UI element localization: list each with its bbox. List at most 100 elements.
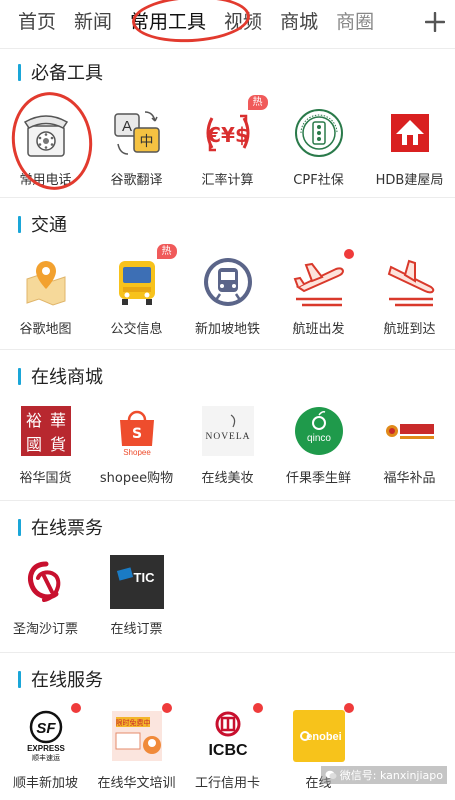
mall-qinco[interactable]: qinco 仟果季生鲜: [273, 403, 364, 486]
logo-text: NOVELA: [205, 432, 250, 442]
wechat-watermark: 微信号: kanxinjiapo: [320, 766, 447, 784]
logo-text: ICBC: [208, 742, 248, 759]
logo-text: 限时免费中: [115, 718, 150, 727]
section-title-text: 交通: [31, 215, 67, 236]
ticket-sistic[interactable]: TIC 在线订票: [91, 554, 182, 637]
tab-video[interactable]: 视频: [215, 0, 271, 44]
tool-label: 航班到达: [383, 322, 436, 337]
tool-label: 圣淘沙订票: [12, 622, 78, 637]
mall-fuhua[interactable]: 福华补品: [364, 403, 455, 486]
tool-label: HDB建屋局: [375, 173, 444, 188]
tool-label: 工行信用卡: [194, 776, 260, 791]
ticket-sentosa[interactable]: 圣淘沙订票: [0, 554, 91, 637]
section-title-text: 在线服务: [31, 670, 103, 691]
tool-label: 常用电话: [19, 173, 72, 188]
tool-cpf[interactable]: CPF社保: [273, 105, 364, 188]
mall-yuhua[interactable]: 裕 華 國 貨 裕华国货: [0, 403, 91, 486]
train-icon: [200, 254, 256, 310]
tool-label: 航班出发: [292, 322, 345, 337]
tool-flight-departure[interactable]: 航班出发: [273, 249, 364, 337]
svg-text:S: S: [131, 426, 141, 442]
novela-logo-icon: NOVELA: [200, 403, 256, 459]
tool-label: 谷歌地图: [19, 322, 72, 337]
tab-home[interactable]: 首页: [0, 0, 65, 44]
notification-dot: [161, 703, 172, 713]
tool-google-maps[interactable]: 谷歌地图: [0, 254, 91, 337]
logo-char: 貨: [49, 435, 65, 454]
section-divider: [0, 500, 455, 501]
logo-text: EXPRESS: [27, 744, 65, 753]
fuhua-logo-icon: [382, 403, 438, 459]
currency-icon: €¥$ 热: [200, 95, 268, 161]
tab-business-district[interactable]: 商圈: [327, 0, 383, 44]
mall-shopee[interactable]: S Shopee shopee购物: [91, 403, 182, 486]
qinco-logo-icon: qinco: [291, 403, 347, 459]
watermark-text: 微信号: kanxinjiapo: [339, 769, 443, 782]
tool-exchange-rate[interactable]: €¥$ 热 汇率计算: [182, 95, 273, 188]
svg-text:€¥$: €¥$: [206, 123, 249, 147]
section-accent-bar: [18, 215, 21, 233]
service-sf-express[interactable]: SF EXPRESS 顺丰速运 顺丰新加坡: [0, 703, 91, 791]
tool-label: 仟果季生鲜: [285, 471, 351, 486]
svg-text:中: 中: [139, 134, 153, 150]
enobei-logo-icon: enobei: [291, 703, 354, 764]
cpf-seal-icon: [291, 105, 347, 161]
tab-news[interactable]: 新闻: [65, 0, 121, 44]
tool-label: 福华补品: [383, 471, 436, 486]
tool-label: 公交信息: [110, 322, 163, 337]
logo-text: 顺丰速运: [32, 753, 60, 762]
plane-arrive-icon: [382, 254, 438, 310]
tool-label: 在线美妆: [201, 471, 254, 486]
chinese-training-icon: 限时免费中: [109, 703, 172, 764]
section-divider: [0, 48, 455, 49]
tool-mrt[interactable]: 新加坡地铁: [182, 254, 273, 337]
hdb-house-icon: [382, 105, 438, 161]
svg-text:A: A: [121, 118, 131, 135]
tool-bus-info[interactable]: 热 公交信息: [91, 244, 182, 337]
section-divider: [0, 197, 455, 198]
section-accent-bar: [18, 63, 21, 81]
sf-express-icon: SF EXPRESS 顺丰速运: [18, 703, 81, 764]
translate-icon: A 中: [109, 105, 165, 161]
telephone-icon: [18, 105, 74, 161]
top-tab-bar: 首页 新闻 常用工具 视频 商城 商圈: [0, 0, 455, 44]
wechat-icon: [325, 770, 337, 779]
tool-label: 在线华文培训: [97, 776, 176, 791]
service-icbc[interactable]: ICBC 工行信用卡: [182, 703, 273, 791]
notification-dot: [70, 703, 81, 713]
tab-mall[interactable]: 商城: [271, 0, 327, 44]
icbc-logo-icon: ICBC: [200, 703, 263, 764]
tool-hdb[interactable]: HDB建屋局: [364, 105, 455, 188]
logo-text: Shopee: [123, 448, 151, 456]
section-title-text: 在线商城: [31, 367, 103, 388]
tool-flight-arrival[interactable]: 航班到达: [364, 254, 455, 337]
service-chinese-training[interactable]: 限时免费中 在线华文培训: [91, 703, 182, 791]
tool-label: 顺丰新加坡: [12, 776, 78, 791]
tab-tools[interactable]: 常用工具: [121, 0, 215, 44]
logo-char: 裕: [25, 411, 41, 430]
section-accent-bar: [18, 518, 21, 536]
tool-label: shopee购物: [99, 471, 174, 486]
tool-label: CPF社保: [293, 173, 344, 188]
tool-label: 新加坡地铁: [194, 322, 260, 337]
tool-phone[interactable]: 常用电话: [0, 105, 91, 188]
sistic-logo-icon: TIC: [109, 554, 165, 610]
section-divider: [0, 652, 455, 653]
logo-char: 國: [25, 435, 41, 454]
hot-badge: 热: [156, 244, 177, 259]
shopee-bag-icon: S Shopee: [109, 403, 165, 459]
logo-text: enobei: [306, 731, 341, 743]
tool-label: 裕华国货: [19, 471, 72, 486]
add-tab-button[interactable]: [415, 0, 455, 44]
section-title-services: 在线服务: [18, 669, 103, 691]
logo-text: TIC: [133, 570, 155, 585]
section-title-online-mall: 在线商城: [18, 366, 103, 388]
notification-dot: [252, 703, 263, 713]
tool-google-translate[interactable]: A 中 谷歌翻译: [91, 105, 182, 188]
section-title-transport: 交通: [18, 214, 67, 236]
mall-novela[interactable]: NOVELA 在线美妆: [182, 403, 273, 486]
plus-icon: [425, 12, 445, 32]
notification-dot: [343, 249, 354, 259]
notification-dot: [343, 703, 354, 713]
section-title-ticketing: 在线票务: [18, 517, 103, 539]
